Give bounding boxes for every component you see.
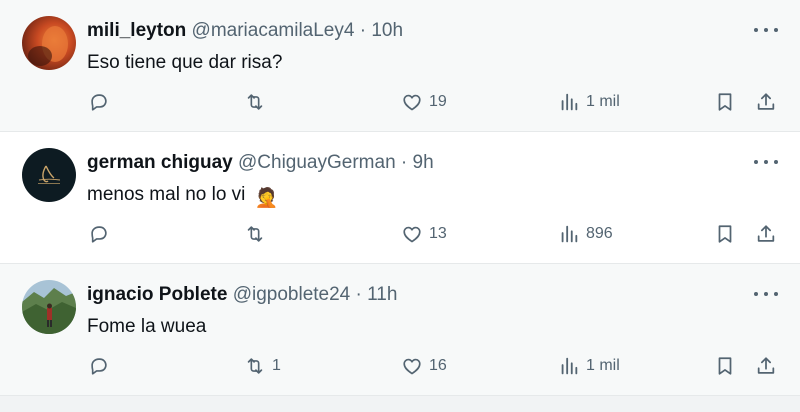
heart-icon bbox=[403, 358, 421, 375]
share-icon bbox=[757, 93, 775, 110]
more-icon[interactable] bbox=[754, 284, 778, 304]
timestamp[interactable]: 9h bbox=[413, 152, 434, 173]
tweet[interactable]: ignacio Poblete @igpoblete24 · 11h Fome … bbox=[0, 264, 800, 396]
like-count: 16 bbox=[429, 357, 447, 374]
reply-icon bbox=[91, 226, 107, 243]
bookmark-button[interactable] bbox=[714, 88, 736, 116]
views-button[interactable]: 1 mil bbox=[558, 88, 620, 116]
author-name[interactable]: mili_leyton bbox=[87, 20, 186, 41]
tweet-header: german chiguay @ChiguayGerman · 9h bbox=[87, 150, 740, 176]
views-icon bbox=[561, 225, 578, 243]
author-name[interactable]: ignacio Poblete bbox=[87, 284, 227, 305]
tweet[interactable]: german chiguay @ChiguayGerman · 9h menos… bbox=[0, 132, 800, 264]
timestamp[interactable]: 10h bbox=[371, 20, 403, 41]
views-icon bbox=[561, 93, 578, 111]
share-button[interactable] bbox=[755, 352, 777, 380]
views-count: 1 mil bbox=[586, 357, 620, 374]
retweet-icon bbox=[247, 226, 263, 242]
reply-icon bbox=[91, 94, 107, 111]
more-icon[interactable] bbox=[754, 152, 778, 172]
share-icon bbox=[757, 357, 775, 374]
bookmark-icon bbox=[718, 357, 732, 375]
like-button[interactable]: 19 bbox=[401, 88, 447, 116]
like-button[interactable]: 16 bbox=[401, 352, 447, 380]
heart-icon bbox=[403, 94, 421, 111]
bookmark-button[interactable] bbox=[714, 352, 736, 380]
next-tweet-edge bbox=[0, 396, 800, 412]
reply-button[interactable] bbox=[88, 88, 116, 116]
share-button[interactable] bbox=[755, 88, 777, 116]
retweet-icon bbox=[247, 358, 263, 374]
separator: · bbox=[400, 152, 408, 173]
tweet-actions: 19 1 mil bbox=[0, 88, 800, 116]
tweet-text-content: Eso tiene que dar risa? bbox=[87, 52, 283, 73]
tweet-header: ignacio Poblete @igpoblete24 · 11h bbox=[87, 282, 740, 308]
tweet-text: menos mal no lo vi 🤦 bbox=[87, 182, 278, 212]
retweet-icon bbox=[247, 94, 263, 110]
tweet-text: Fome la wuea bbox=[87, 314, 206, 340]
facepalm-emoji: 🤦 bbox=[254, 188, 279, 209]
tweet-text-content: menos mal no lo vi bbox=[87, 184, 246, 205]
bookmark-icon bbox=[718, 225, 732, 243]
avatar[interactable] bbox=[22, 16, 76, 70]
retweet-button[interactable] bbox=[244, 88, 272, 116]
tweet-text-content: Fome la wuea bbox=[87, 316, 207, 337]
views-button[interactable]: 1 mil bbox=[558, 352, 620, 380]
bookmark-button[interactable] bbox=[714, 220, 736, 248]
retweet-count: 1 bbox=[272, 357, 281, 374]
tweet-actions: 13 896 bbox=[0, 220, 800, 248]
reply-icon bbox=[91, 358, 107, 375]
author-handle[interactable]: @igpoblete24 bbox=[233, 284, 351, 305]
views-count: 1 mil bbox=[586, 93, 620, 110]
like-count: 19 bbox=[429, 93, 447, 110]
author-name[interactable]: german chiguay bbox=[87, 152, 233, 173]
views-icon bbox=[561, 357, 578, 375]
share-button[interactable] bbox=[755, 220, 777, 248]
tweet-actions: 1 16 1 mil bbox=[0, 352, 800, 380]
reply-button[interactable] bbox=[88, 220, 116, 248]
share-icon bbox=[757, 225, 775, 242]
avatar[interactable] bbox=[22, 148, 76, 202]
like-count: 13 bbox=[429, 225, 447, 242]
reply-feed: mili_leyton @mariacamilaLey4 · 10h Eso t… bbox=[0, 0, 800, 412]
tweet[interactable]: mili_leyton @mariacamilaLey4 · 10h Eso t… bbox=[0, 0, 800, 132]
author-handle[interactable]: @mariacamilaLey4 bbox=[192, 20, 355, 41]
author-handle[interactable]: @ChiguayGerman bbox=[238, 152, 396, 173]
tweet-header: mili_leyton @mariacamilaLey4 · 10h bbox=[87, 18, 740, 44]
like-button[interactable]: 13 bbox=[401, 220, 447, 248]
more-icon[interactable] bbox=[754, 20, 778, 40]
retweet-button[interactable]: 1 bbox=[244, 352, 281, 380]
views-button[interactable]: 896 bbox=[558, 220, 613, 248]
heart-icon bbox=[403, 226, 421, 243]
timestamp[interactable]: 11h bbox=[367, 284, 397, 305]
bookmark-icon bbox=[718, 93, 732, 111]
tweet-text: Eso tiene que dar risa? bbox=[87, 50, 282, 76]
views-count: 896 bbox=[586, 225, 613, 242]
reply-button[interactable] bbox=[88, 352, 116, 380]
separator: · bbox=[355, 284, 362, 305]
separator: · bbox=[359, 20, 367, 41]
avatar[interactable] bbox=[22, 280, 76, 334]
retweet-button[interactable] bbox=[244, 220, 272, 248]
